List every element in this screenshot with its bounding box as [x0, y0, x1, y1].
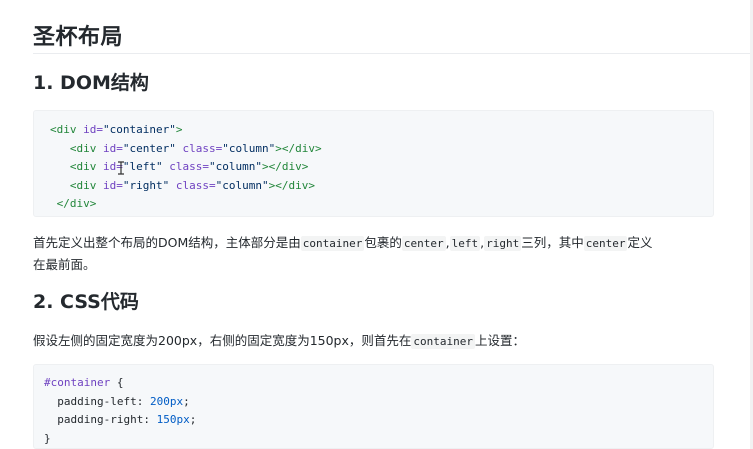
code-line-5: </div> [56, 197, 97, 211]
code-line-4: <div id="right" class="column"></div> [69, 178, 315, 192]
inline-code: center [401, 236, 446, 251]
inline-code: left [449, 236, 481, 251]
code-line-3: <div id="left" class="column"></div> [69, 160, 309, 174]
section-paragraph-dom: 首先定义出整个布局的DOM结构，主体部分是由 container 包裹的 center… [33, 235, 653, 272]
code-line-2: padding-left: 200px; [57, 394, 190, 408]
inline-code: container [411, 334, 475, 349]
code-line-4: } [44, 431, 51, 445]
page-title: 圣杯布局 [33, 25, 124, 50]
code-block-dom[interactable]: <div id="container"> <div id="center" cl… [33, 110, 714, 217]
code-block-css[interactable]: #container { padding-left: 200px; paddin… [33, 364, 714, 449]
title-divider [33, 53, 753, 54]
inline-code: center [583, 236, 628, 251]
code-line-3: padding-right: 150px; [57, 413, 197, 427]
section-heading-css: 2. CSS代码 [33, 291, 139, 313]
code-line-1: <div id="container"> [50, 123, 183, 136]
code-line-1: #container { [44, 376, 124, 389]
section-heading-dom: 1. DOM结构 [33, 72, 149, 94]
inline-code: container [300, 236, 365, 251]
inline-code: right [484, 236, 522, 251]
section-paragraph-css: 假设左侧的固定宽度为200px，右侧的固定宽度为150px，则首先在 contai… [33, 333, 526, 349]
code-line-2: <div id="center" class="column"></div> [69, 141, 322, 155]
